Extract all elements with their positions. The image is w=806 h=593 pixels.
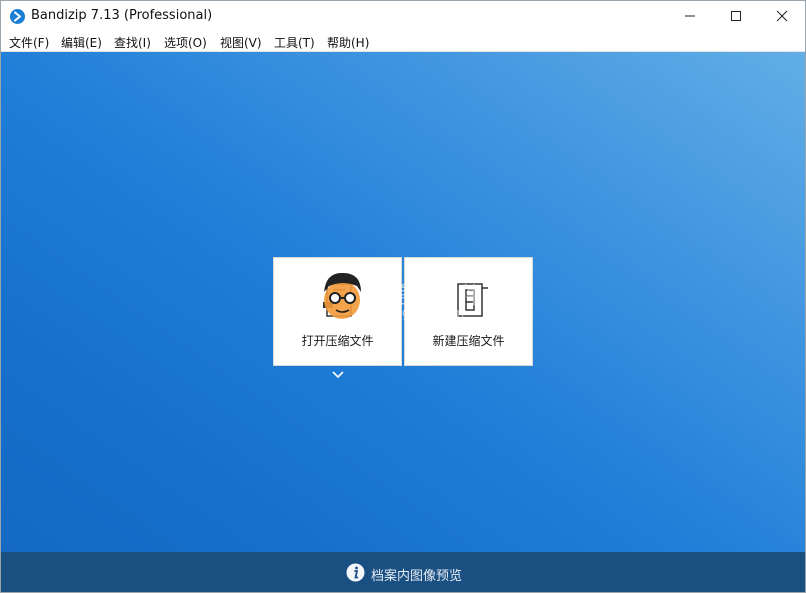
bandizip-app-icon[interactable] [10, 9, 25, 24]
maximize-icon [731, 11, 741, 21]
bandizip-window: Bandizip 7.13 (Professional) 文件(F) 编辑(E)… [0, 0, 806, 593]
new-archive-icon [457, 283, 488, 317]
main-content-area: 打开压缩文件 新建压缩文件 锅盖头软件 www.ggtrj.com [1, 52, 805, 552]
new-archive-button[interactable]: 新建压缩文件 [404, 257, 533, 366]
new-archive-label: 新建压缩文件 [432, 334, 505, 348]
status-text: 档案内图像预览 [371, 569, 463, 584]
menu-tools[interactable]: 工具(T) [274, 34, 315, 51]
open-archive-button[interactable]: 打开压缩文件 [273, 257, 402, 366]
menu-find[interactable]: 查找(I) [114, 34, 151, 51]
menu-bar: 文件(F) 编辑(E) 查找(I) 选项(O) 视图(V) 工具(T) 帮助(H… [1, 31, 805, 52]
close-button[interactable] [759, 1, 805, 31]
window-title: Bandizip 7.13 (Professional) [31, 8, 213, 23]
menu-view[interactable]: 视图(V) [220, 34, 262, 51]
title-bar[interactable]: Bandizip 7.13 (Professional) [1, 1, 805, 31]
info-icon [346, 563, 365, 582]
chevron-down-icon[interactable] [331, 370, 345, 380]
minimize-icon [685, 15, 695, 17]
status-bar[interactable]: 档案内图像预览 [1, 552, 805, 592]
open-archive-icon [323, 283, 352, 317]
menu-options[interactable]: 选项(O) [164, 34, 207, 51]
open-archive-label: 打开压缩文件 [301, 334, 374, 348]
menu-file[interactable]: 文件(F) [9, 34, 49, 51]
menu-edit[interactable]: 编辑(E) [61, 34, 102, 51]
maximize-button[interactable] [713, 1, 759, 31]
minimize-button[interactable] [667, 1, 713, 31]
close-icon [776, 10, 788, 22]
menu-help[interactable]: 帮助(H) [327, 34, 369, 51]
